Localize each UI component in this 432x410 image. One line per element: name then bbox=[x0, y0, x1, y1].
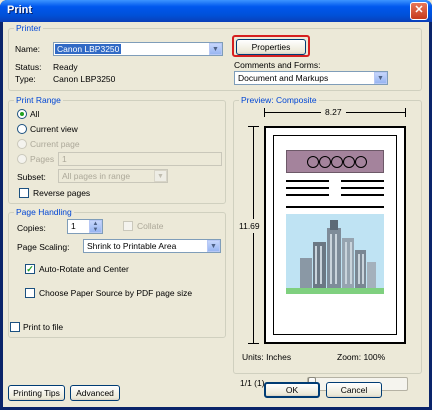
cancel-button[interactable]: Cancel bbox=[326, 382, 382, 398]
comments-select[interactable]: Document and Markups ▼ bbox=[234, 71, 388, 85]
copies-input[interactable]: 1 ▲ ▼ bbox=[67, 219, 103, 234]
text-lines-right bbox=[341, 180, 384, 201]
page-scaling-select[interactable]: Shrink to Printable Area ▼ bbox=[83, 239, 221, 253]
printer-name-label: Name: bbox=[15, 44, 41, 54]
collate-checkbox[interactable] bbox=[123, 221, 133, 231]
choose-source-checkbox[interactable] bbox=[25, 288, 35, 298]
status-value: Ready bbox=[53, 62, 78, 72]
print-dialog: Print ✕ Printer Name: Canon LBP3250 ▼ St… bbox=[0, 0, 432, 410]
auto-rotate-label[interactable]: Auto-Rotate and Center bbox=[39, 264, 129, 274]
skyscraper-image-icon bbox=[286, 214, 384, 294]
current-page-label[interactable]: Current page bbox=[30, 139, 80, 149]
all-radio[interactable] bbox=[17, 109, 27, 119]
properties-button[interactable]: Properties bbox=[236, 39, 306, 55]
units-label: Units: Inches bbox=[242, 352, 292, 362]
pages-input[interactable]: 1 bbox=[58, 152, 222, 166]
current-view-label[interactable]: Current view bbox=[30, 124, 78, 134]
type-label: Type: bbox=[15, 74, 36, 84]
auto-rotate-checkbox[interactable]: ✓ bbox=[25, 264, 35, 274]
comments-label: Comments and Forms: bbox=[234, 60, 321, 70]
height-value: 11.69 bbox=[239, 219, 260, 233]
zoom-label: Zoom: 100% bbox=[337, 352, 386, 362]
pages-value: 1 bbox=[62, 154, 67, 164]
width-value: 8.27 bbox=[321, 107, 346, 117]
text-lines-left bbox=[286, 180, 329, 201]
pages-label[interactable]: Pages bbox=[30, 154, 54, 164]
height-tick-bottom bbox=[248, 343, 259, 344]
height-tick-top bbox=[248, 126, 259, 127]
height-dimension-line bbox=[253, 126, 254, 344]
preview-title: Preview: Composite bbox=[239, 95, 319, 105]
print-range-title: Print Range bbox=[14, 95, 63, 105]
subset-label: Subset: bbox=[17, 172, 46, 182]
copies-value: 1 bbox=[71, 221, 76, 231]
print-to-file-checkbox[interactable] bbox=[10, 322, 20, 332]
print-to-file-label[interactable]: Print to file bbox=[23, 322, 63, 332]
type-value: Canon LBP3250 bbox=[53, 74, 116, 84]
reverse-pages-checkbox[interactable] bbox=[19, 188, 29, 198]
choose-source-label[interactable]: Choose Paper Source by PDF page size bbox=[39, 288, 192, 298]
circles-icon bbox=[307, 156, 367, 168]
page-scaling-value: Shrink to Printable Area bbox=[87, 241, 177, 251]
pages-radio[interactable] bbox=[17, 154, 27, 164]
advanced-button[interactable]: Advanced bbox=[70, 385, 120, 401]
page-preview bbox=[264, 126, 406, 344]
ok-button[interactable]: OK bbox=[264, 382, 320, 398]
dialog-body: Printer Name: Canon LBP3250 ▼ Status: Re… bbox=[3, 22, 429, 407]
page-scaling-label: Page Scaling: bbox=[17, 242, 70, 252]
copies-label: Copies: bbox=[17, 223, 46, 233]
page-indicator: 1/1 (1) bbox=[240, 378, 265, 388]
status-label: Status: bbox=[15, 62, 42, 72]
width-tick-right bbox=[405, 108, 406, 117]
close-icon[interactable]: ✕ bbox=[410, 2, 428, 20]
subset-select[interactable]: All pages in range ▼ bbox=[58, 169, 168, 183]
title-bar[interactable]: Print ✕ bbox=[0, 0, 432, 22]
chevron-down-icon[interactable]: ▼ bbox=[207, 240, 220, 252]
printer-group-title: Printer bbox=[14, 23, 44, 33]
banner-graphic bbox=[286, 150, 384, 173]
current-view-radio[interactable] bbox=[17, 124, 27, 134]
reverse-pages-label[interactable]: Reverse pages bbox=[33, 188, 90, 198]
current-page-radio[interactable] bbox=[17, 139, 27, 149]
width-tick-left bbox=[264, 108, 265, 117]
printer-name-value: Canon LBP3250 bbox=[55, 44, 122, 54]
subset-value: All pages in range bbox=[62, 171, 131, 181]
comments-value: Document and Markups bbox=[238, 73, 329, 83]
all-label[interactable]: All bbox=[30, 109, 39, 119]
page-handling-title: Page Handling bbox=[14, 207, 74, 217]
text-line-full bbox=[286, 206, 384, 208]
printing-tips-button[interactable]: Printing Tips bbox=[8, 385, 65, 401]
city-image bbox=[286, 214, 384, 294]
chevron-down-icon[interactable]: ▼ bbox=[209, 43, 222, 55]
chevron-down-icon[interactable]: ▼ bbox=[374, 72, 387, 84]
collate-label[interactable]: Collate bbox=[137, 221, 163, 231]
chevron-down-icon[interactable]: ▼ bbox=[154, 170, 167, 182]
window-title: Print bbox=[7, 4, 33, 16]
spin-arrows-icon[interactable]: ▲ ▼ bbox=[89, 220, 102, 233]
printer-name-select[interactable]: Canon LBP3250 ▼ bbox=[53, 42, 223, 56]
